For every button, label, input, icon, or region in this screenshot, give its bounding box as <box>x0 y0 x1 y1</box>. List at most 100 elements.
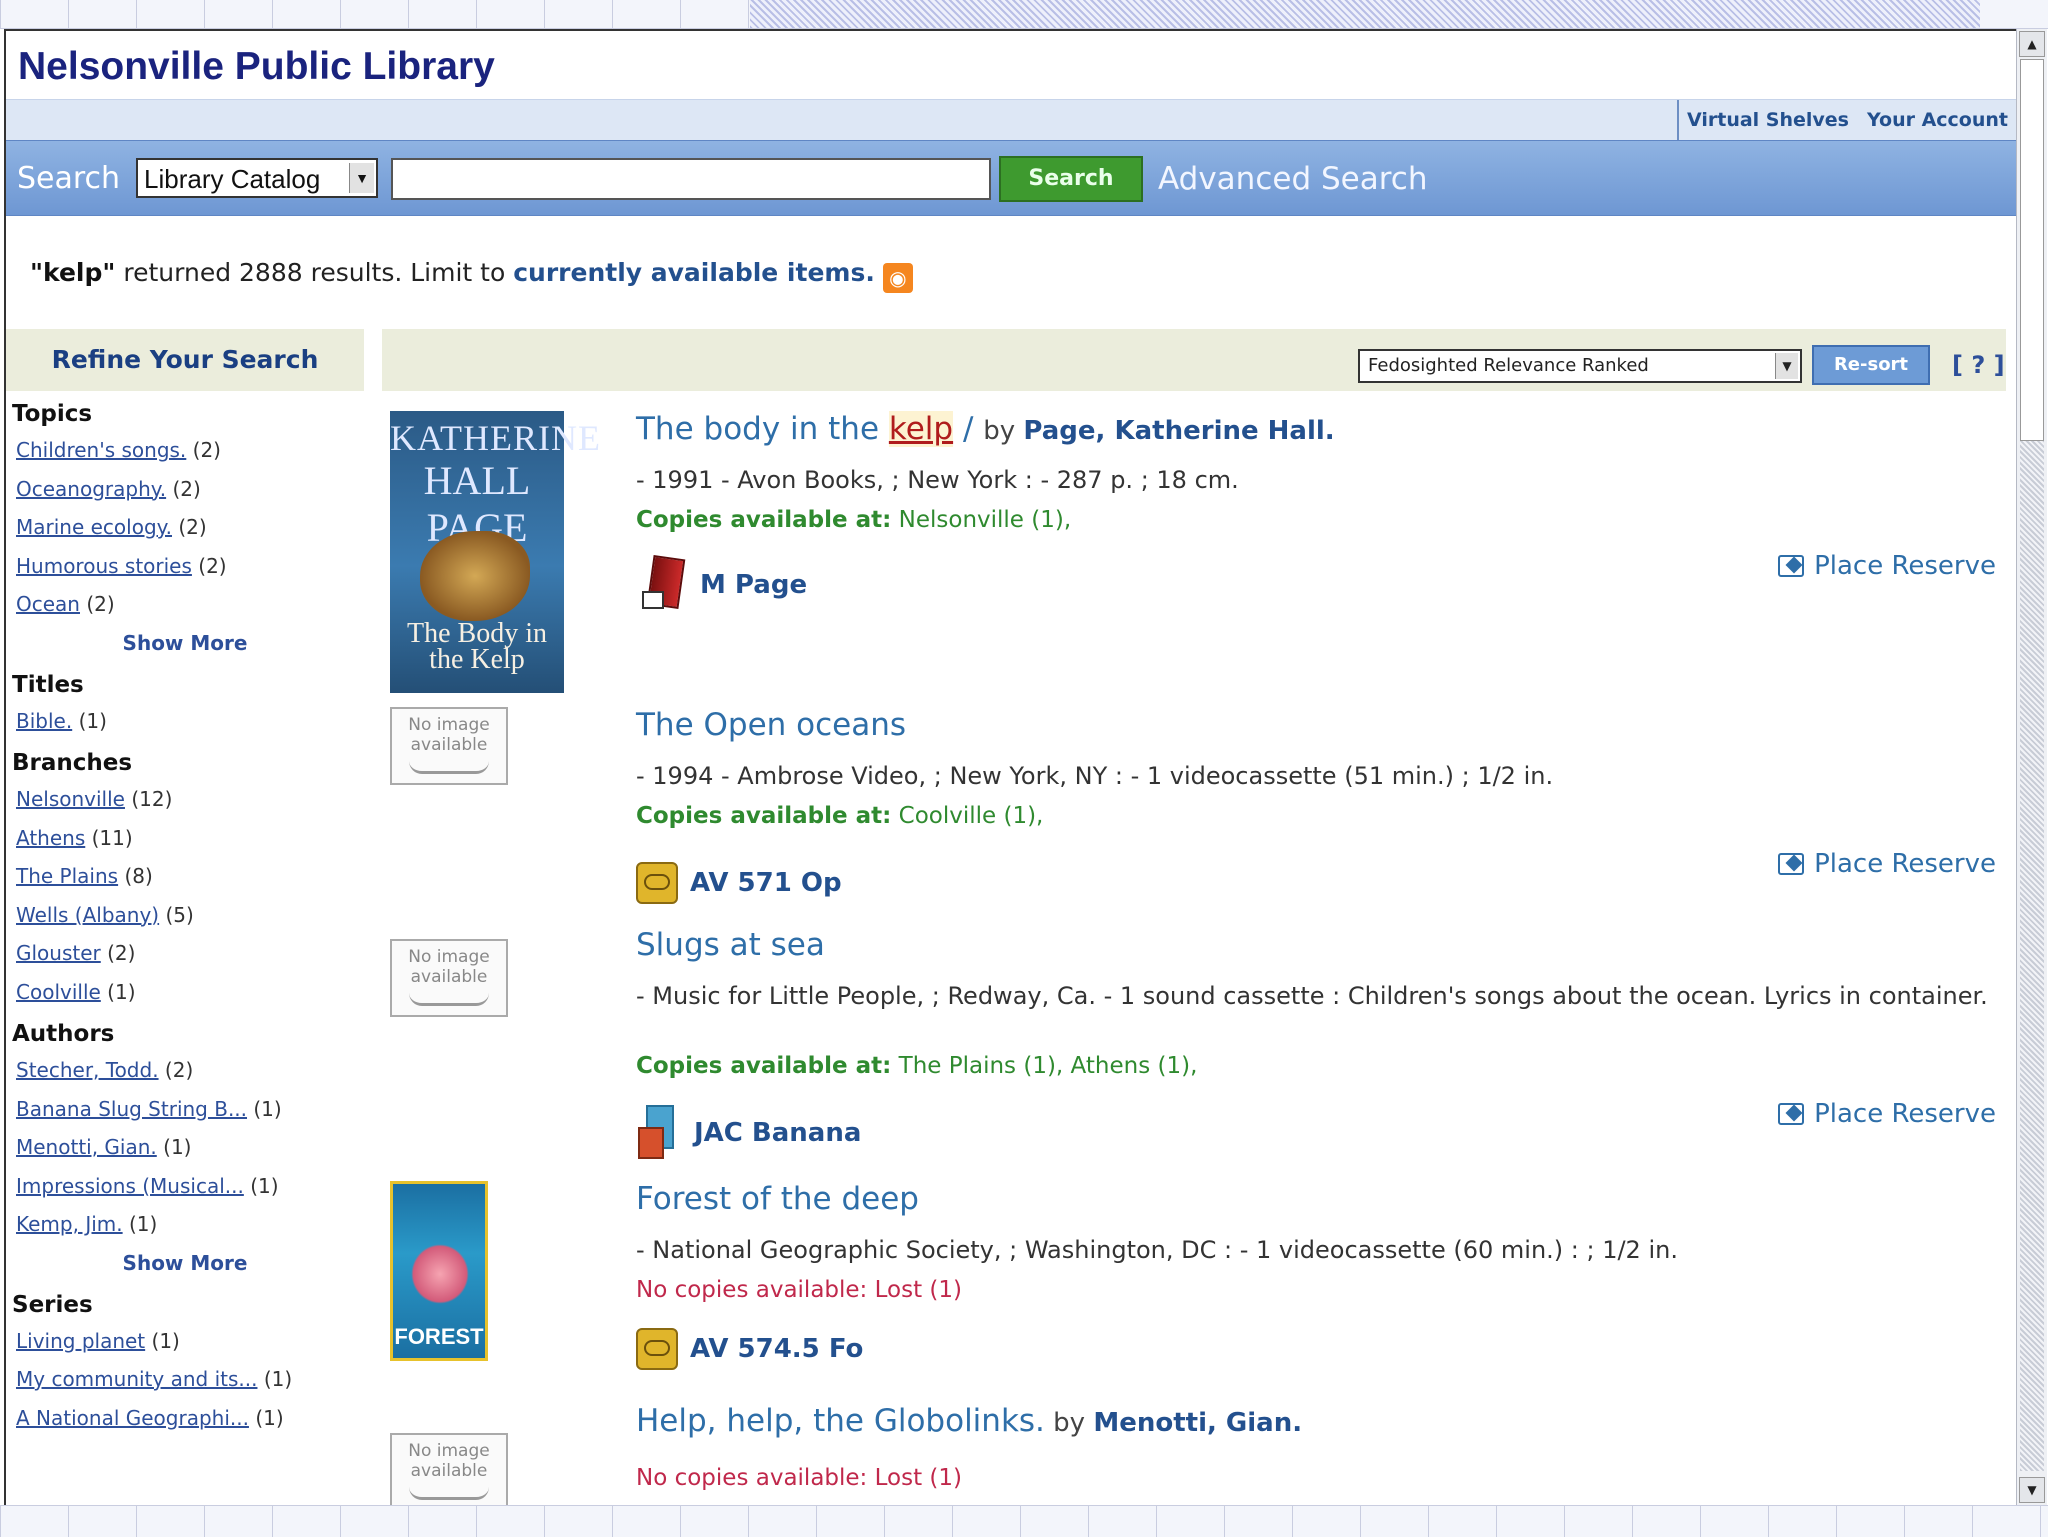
facet-item: Menotti, Gian. (1) <box>16 1128 364 1167</box>
no-image-placeholder: No image available <box>390 939 508 1017</box>
show-more-link[interactable]: Show More <box>6 1244 364 1282</box>
no-image-placeholder: No image available <box>390 1433 508 1507</box>
search-scope-select[interactable]: Library Catalog ▼ <box>136 158 378 198</box>
your-account-link[interactable]: Your Account <box>1867 109 2008 131</box>
book-cover-image[interactable]: KATHERINE HALL PAGE The Body in the Kelp <box>390 411 600 693</box>
call-number[interactable]: AV 571 Op <box>690 868 842 898</box>
virtual-shelves-link[interactable]: Virtual Shelves <box>1687 109 1849 131</box>
place-reserve-link[interactable]: Place Reserve <box>1778 1099 1996 1129</box>
help-link[interactable]: [ ? ] <box>1952 351 2005 379</box>
facet-count: (2) <box>172 476 201 501</box>
book-format-icon <box>636 555 688 615</box>
show-more-link[interactable]: Show More <box>6 624 364 662</box>
facet-count: (1) <box>78 708 107 733</box>
facet-count: (11) <box>91 825 133 850</box>
swoosh-icon <box>409 1487 489 1500</box>
facet-count: (2) <box>178 515 207 539</box>
swoosh-icon <box>409 761 489 774</box>
advanced-search-link[interactable]: Advanced Search <box>1158 161 1427 197</box>
facet-link[interactable]: A National Geographi... <box>16 1406 249 1430</box>
call-number-row: AV 571 Op <box>636 853 842 913</box>
title-text[interactable]: The body in the <box>636 411 889 447</box>
call-number[interactable]: AV 574.5 Fo <box>690 1334 863 1364</box>
facet-count: (1) <box>263 1367 293 1391</box>
dropdown-arrow-icon[interactable]: ▼ <box>349 163 374 193</box>
no-image-text: No image available <box>408 1441 490 1481</box>
vertical-scrollbar[interactable]: ▲ ▼ <box>2016 29 2047 1505</box>
rss-icon[interactable]: ◉ <box>882 263 913 293</box>
sort-select[interactable]: Fedosighted Relevance Ranked ▼ <box>1358 349 1802 383</box>
facet-link[interactable]: Kemp, Jim. <box>16 1212 123 1236</box>
title-text[interactable]: Help, help, the Globolinks. <box>636 1403 1045 1439</box>
facet-link[interactable]: Bible. <box>16 709 72 733</box>
place-reserve-link[interactable]: Place Reserve <box>1778 551 1996 581</box>
search-input[interactable] <box>391 158 991 200</box>
search-button[interactable]: Search <box>999 156 1143 202</box>
search-label: Search <box>17 161 121 196</box>
title-text[interactable]: Slugs at sea <box>636 927 825 963</box>
site-title[interactable]: Nelsonville Public Library <box>18 45 495 89</box>
author-link[interactable]: Page, Katherine Hall. <box>1023 416 1334 446</box>
facet-link[interactable]: Wells (Albany) <box>16 903 159 927</box>
facet-link[interactable]: Coolville <box>16 980 101 1004</box>
place-reserve-label[interactable]: Place Reserve <box>1814 849 1996 879</box>
swoosh-icon <box>409 993 489 1006</box>
call-number[interactable]: M Page <box>700 570 807 600</box>
facet-link[interactable]: Nelsonville <box>16 787 125 811</box>
facet-link[interactable]: My community and its... <box>16 1367 257 1391</box>
facet-link[interactable]: The Plains <box>16 864 118 888</box>
facet-link[interactable]: Athens <box>16 826 85 850</box>
facet-item: Stecher, Todd. (2) <box>16 1051 364 1090</box>
title-text[interactable]: The Open oceans <box>636 707 906 743</box>
record-title[interactable]: Slugs at sea <box>636 927 825 963</box>
scroll-up-icon[interactable]: ▲ <box>2019 31 2045 57</box>
facet-link[interactable]: Stecher, Todd. <box>16 1058 159 1082</box>
copies-location[interactable]: The Plains (1), Athens (1), <box>891 1053 1198 1079</box>
facet-link[interactable]: Glouster <box>16 941 101 965</box>
search-highlight[interactable]: kelp <box>888 411 954 447</box>
copies-location[interactable]: Nelsonville (1), <box>891 507 1072 533</box>
account-bar: Virtual Shelves Your Account <box>6 99 2016 140</box>
facet-count: (2) <box>86 592 115 616</box>
place-reserve-link[interactable]: Place Reserve <box>1778 849 1996 879</box>
facet-item: Ocean (2) <box>16 585 364 624</box>
resort-button[interactable]: Re-sort <box>1812 345 1930 385</box>
scroll-down-icon[interactable]: ▼ <box>2019 1477 2045 1503</box>
facet-link[interactable]: Marine ecology. <box>16 515 172 539</box>
search-term: "kelp" <box>30 258 116 287</box>
reserve-icon <box>1778 853 1805 875</box>
dropdown-arrow-icon[interactable]: ▼ <box>1775 353 1798 379</box>
facet-link[interactable]: Living planet <box>16 1329 145 1353</box>
call-number[interactable]: JAC Banana <box>694 1118 861 1148</box>
title-text[interactable]: Forest of the deep <box>636 1181 919 1217</box>
results-count-text: returned 2888 results. Limit to <box>115 258 514 287</box>
record-title[interactable]: Forest of the deep <box>636 1181 919 1217</box>
search-bar: Search Library Catalog ▼ Search Advanced… <box>6 140 2016 216</box>
scroll-thumb[interactable] <box>2020 59 2044 441</box>
videocassette-format-icon <box>636 1328 678 1370</box>
video-cover-image[interactable]: FOREST <box>390 1181 488 1361</box>
limit-available-link[interactable]: currently available items. <box>513 258 875 287</box>
author-link[interactable]: Menotti, Gian. <box>1093 1408 1302 1438</box>
facet-item: Impressions (Musical... (1) <box>16 1167 364 1206</box>
copies-location[interactable]: Coolville (1), <box>891 803 1044 829</box>
facet-count: (5) <box>165 902 194 927</box>
sort-bar: Fedosighted Relevance Ranked ▼ Re-sort [… <box>382 329 2006 391</box>
facet-count: (1) <box>128 1212 158 1236</box>
facet-count: (2) <box>198 553 227 578</box>
place-reserve-label[interactable]: Place Reserve <box>1814 551 1996 581</box>
record-title[interactable]: Help, help, the Globolinks. by Menotti, … <box>636 1403 1302 1439</box>
facet-link[interactable]: Children's songs. <box>16 438 186 462</box>
facet-link[interactable]: Impressions (Musical... <box>16 1174 244 1198</box>
facet-link[interactable]: Ocean <box>16 592 80 616</box>
reserve-icon <box>1778 555 1805 577</box>
facet-link[interactable]: Menotti, Gian. <box>16 1135 157 1159</box>
scroll-track[interactable] <box>2020 441 2044 1471</box>
facet-link[interactable]: Oceanography. <box>16 477 166 501</box>
place-reserve-label[interactable]: Place Reserve <box>1814 1099 1996 1129</box>
facet-link[interactable]: Humorous stories <box>16 554 192 578</box>
result-record: FOREST Forest of the deep - National Geo… <box>390 1181 2006 1401</box>
facet-link[interactable]: Banana Slug String B... <box>16 1097 247 1121</box>
record-title[interactable]: The Open oceans <box>636 707 906 743</box>
record-title[interactable]: The body in the kelp / by Page, Katherin… <box>636 411 1335 447</box>
